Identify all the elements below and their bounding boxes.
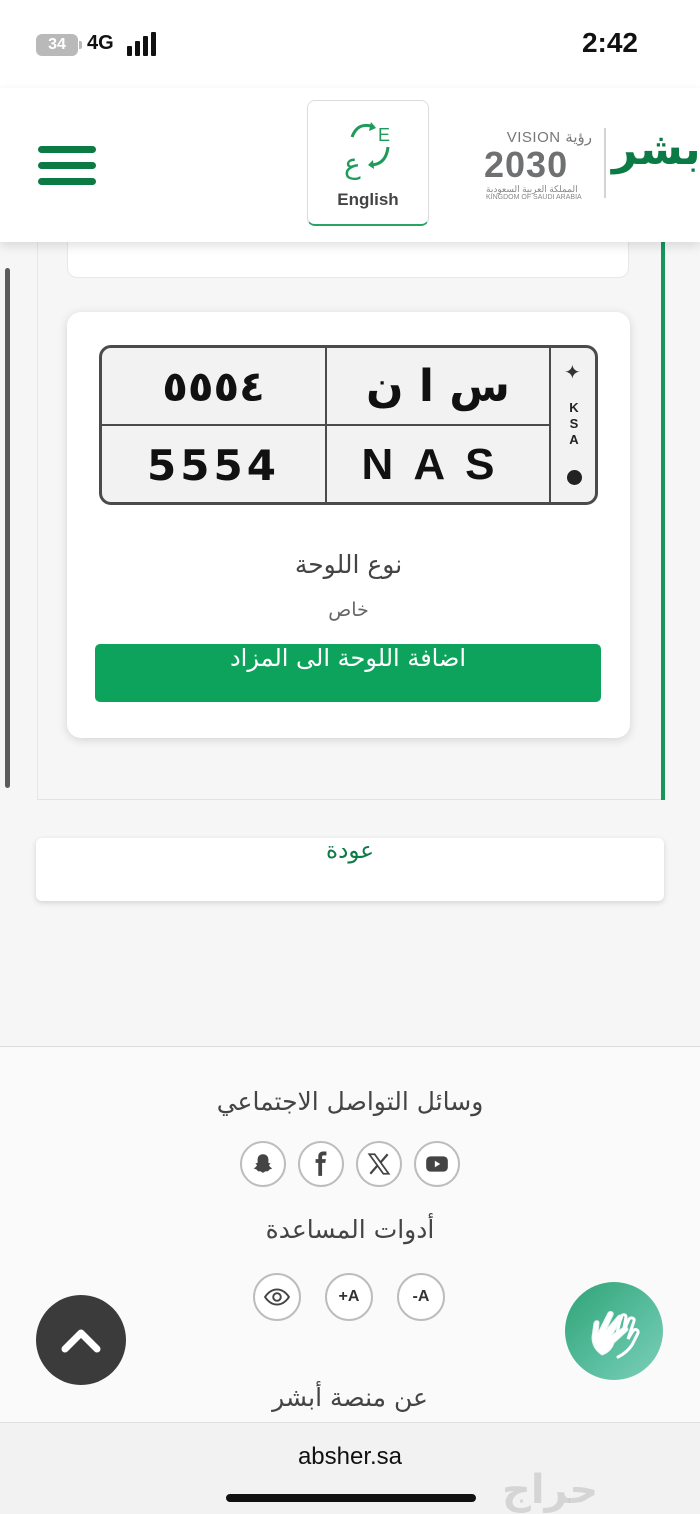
plate-numbers-en: 5554 (102, 426, 327, 502)
chevron-up-icon (61, 1329, 101, 1353)
status-time: 2:42 (581, 27, 638, 58)
back-button[interactable]: عودة (36, 838, 664, 901)
plate-letters-ar: س ا ن (327, 348, 551, 426)
x-icon[interactable] (356, 1141, 402, 1187)
network-type: 4G (87, 32, 114, 54)
svg-text:ع: ع (344, 147, 361, 180)
decrease-font-button[interactable]: A- (397, 1273, 445, 1321)
previous-plate-card (67, 236, 629, 278)
facebook-icon[interactable] (298, 1141, 344, 1187)
plate-country-strip: ✦ KSA (551, 348, 595, 502)
status-bar: 34 4G 2:42 (0, 0, 700, 88)
about-absher-title: عن منصة أبشر (272, 1383, 428, 1412)
plate-card: ٥٥٥٤ س ا ن 5554 NAS ✦ KSA نوع اللوحة خاص… (67, 312, 630, 738)
plate-type-value: خاص (328, 599, 369, 621)
scroll-to-top-button[interactable] (36, 1295, 126, 1385)
language-label: English (337, 190, 399, 209)
plate-dot (567, 470, 582, 485)
license-plate: ٥٥٥٤ س ا ن 5554 NAS ✦ KSA (99, 345, 598, 505)
signal-icon (127, 32, 161, 56)
vision-year: 2030 (484, 144, 569, 185)
site-header: E ع English VISION رؤية 2030 المملكة الع… (0, 88, 700, 242)
browser-url-bar: absher.sa حراج (0, 1422, 700, 1514)
panel-accent-line (661, 240, 665, 800)
battery-indicator: 34 (36, 34, 82, 56)
language-toggle-button[interactable]: E ع English (307, 100, 429, 226)
youtube-icon[interactable] (414, 1141, 460, 1187)
plate-letters-en: NAS (327, 426, 551, 502)
logo-divider (604, 128, 606, 198)
vision-country-en: KINGDOM OF SAUDI ARABIA (486, 194, 582, 201)
vision-2030-logo: VISION رؤية 2030 المملكة العربية السعودي… (482, 128, 592, 204)
contrast-eye-icon[interactable] (253, 1273, 301, 1321)
saudi-emblem-icon: ✦ (564, 360, 581, 384)
plate-numbers-ar: ٥٥٥٤ (102, 348, 327, 426)
page-scrollbar[interactable] (5, 268, 10, 788)
snapchat-icon[interactable] (240, 1141, 286, 1187)
svg-text:E: E (378, 125, 390, 145)
menu-icon[interactable] (38, 146, 96, 186)
plate-country-code: KSA (569, 400, 579, 447)
add-to-auction-button[interactable]: اضافة اللوحة الى المزاد (95, 644, 601, 702)
help-tools-title: أدوات المساعدة (265, 1215, 435, 1244)
language-switch-icon: E ع (344, 122, 390, 180)
haraj-watermark: حراج (502, 1467, 599, 1513)
home-indicator[interactable] (226, 1494, 476, 1502)
plate-type-title: نوع اللوحة (294, 550, 403, 579)
absher-logo: أبشر (612, 124, 700, 175)
increase-font-button[interactable]: A+ (325, 1273, 373, 1321)
social-media-title: وسائل التواصل الاجتماعي (216, 1087, 484, 1116)
sign-language-icon (591, 1311, 640, 1359)
sign-language-button[interactable] (565, 1282, 663, 1380)
